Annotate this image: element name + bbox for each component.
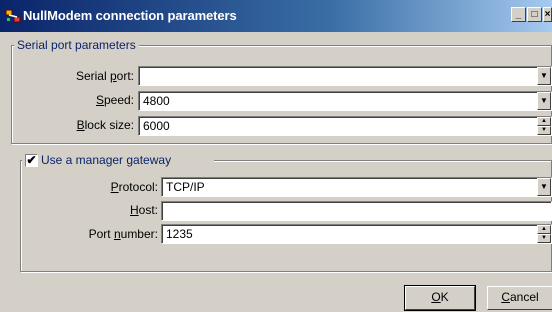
use-gateway-label[interactable]: Use a manager gateway	[39, 153, 174, 167]
host-label: Host:	[129, 203, 158, 217]
block-size-spin-buttons[interactable]: ▲ ▼	[537, 117, 551, 135]
host-input[interactable]	[161, 201, 552, 221]
serial-port-label: Serial port:	[75, 69, 134, 83]
checkmark-icon: ✔	[26, 153, 37, 167]
arrow-up-icon[interactable]: ▲	[537, 225, 551, 234]
serial-port-select[interactable]: ▼	[138, 66, 552, 86]
cancel-button[interactable]: Cancel	[487, 286, 552, 310]
block-size-spinner[interactable]: 6000 ▲ ▼	[138, 116, 552, 136]
window-title: NullModem connection parameters	[23, 8, 237, 23]
minimize-button[interactable]: _	[511, 7, 526, 22]
arrow-down-icon[interactable]: ▼	[537, 234, 551, 243]
serial-port-group-legend: Serial port parameters	[14, 38, 139, 52]
arrow-down-icon[interactable]: ▼	[537, 126, 551, 135]
protocol-label: Protocol:	[110, 180, 158, 194]
use-gateway-checkbox[interactable]: ✔	[25, 154, 38, 167]
title-bar[interactable]: NullModem connection parameters _ □ ×	[0, 0, 552, 32]
protocol-select[interactable]: TCP/IP ▼	[161, 177, 552, 197]
chevron-down-icon[interactable]: ▼	[537, 92, 551, 110]
maximize-button[interactable]: □	[527, 7, 542, 22]
chevron-down-icon[interactable]: ▼	[537, 178, 551, 196]
speed-label: Speed:	[95, 93, 134, 107]
port-number-label: Port number:	[88, 227, 158, 241]
arrow-up-icon[interactable]: ▲	[537, 117, 551, 126]
ok-button[interactable]: OK	[404, 285, 476, 311]
port-number-spin-buttons[interactable]: ▲ ▼	[537, 225, 551, 243]
connection-icon	[5, 9, 21, 23]
port-number-spinner[interactable]: 1235 ▲ ▼	[161, 224, 552, 244]
chevron-down-icon[interactable]: ▼	[537, 67, 551, 85]
speed-select[interactable]: 4800 ▼	[138, 91, 552, 111]
block-size-label: Block size:	[76, 118, 134, 132]
close-button[interactable]: ×	[543, 7, 552, 22]
